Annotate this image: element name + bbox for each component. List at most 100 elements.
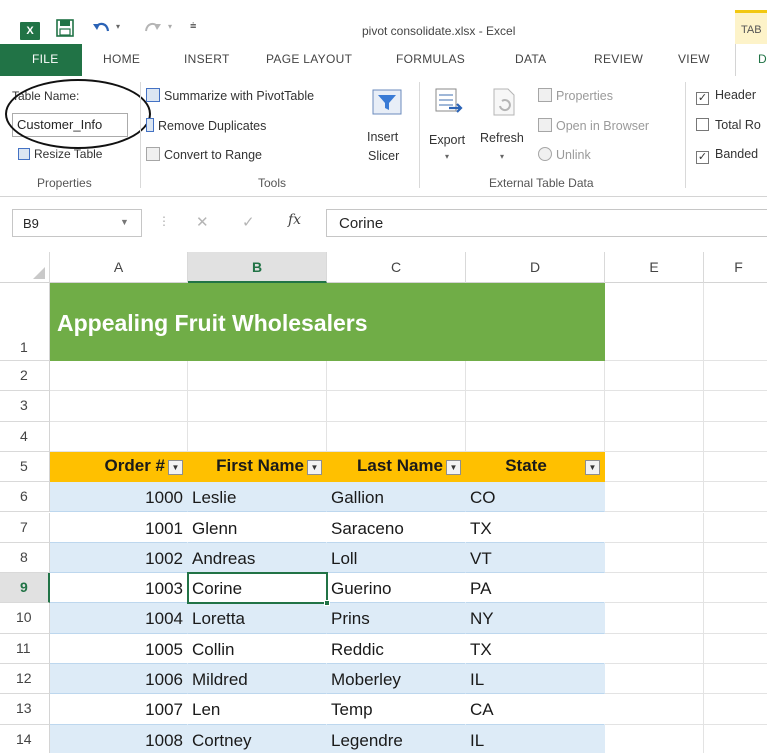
enter-icon[interactable]: ✓: [242, 213, 255, 231]
grid-cell[interactable]: [605, 573, 704, 604]
order-number-cell[interactable]: 1008: [50, 724, 188, 753]
sheet-title[interactable]: Appealing Fruit Wholesalers: [50, 283, 605, 361]
state-cell[interactable]: IL: [466, 724, 605, 753]
state-cell[interactable]: VT: [466, 542, 605, 574]
grid-cell[interactable]: [188, 391, 327, 422]
save-icon[interactable]: [56, 19, 74, 42]
summarize-pivottable-button[interactable]: Summarize with PivotTable: [146, 88, 314, 103]
state-cell[interactable]: CA: [466, 694, 605, 725]
grid-cell[interactable]: [50, 361, 188, 392]
banded-rows-checkbox[interactable]: ✓ Banded: [696, 147, 758, 164]
last-name-cell[interactable]: Prins: [327, 603, 466, 634]
tab-file[interactable]: FILE: [0, 44, 82, 76]
last-name-cell[interactable]: Loll: [327, 542, 466, 574]
tab-design[interactable]: D: [735, 44, 767, 78]
cancel-icon[interactable]: ✕: [196, 213, 209, 231]
order-number-cell[interactable]: 1006: [50, 664, 188, 695]
first-name-cell[interactable]: Andreas: [188, 542, 327, 574]
last-name-cell[interactable]: Moberley: [327, 664, 466, 695]
open-in-browser-button[interactable]: Open in Browser: [538, 118, 649, 133]
order-number-cell[interactable]: 1000: [50, 482, 188, 513]
grid-cell[interactable]: [704, 452, 767, 483]
state-cell[interactable]: PA: [466, 573, 605, 604]
row-header-8[interactable]: 8: [0, 542, 50, 574]
grid-cell[interactable]: [327, 361, 466, 392]
redo-icon[interactable]: [142, 19, 162, 42]
first-name-cell[interactable]: Loretta: [188, 603, 327, 634]
grid-cell[interactable]: [605, 283, 704, 361]
row-header-9[interactable]: 9: [0, 573, 50, 604]
grid-cell[interactable]: [188, 421, 327, 452]
row-header-10[interactable]: 10: [0, 603, 50, 634]
grid-cell[interactable]: [704, 482, 767, 513]
tab-formulas[interactable]: FORMULAS: [396, 52, 465, 66]
grid-cell[interactable]: [704, 603, 767, 634]
column-header-f[interactable]: F: [704, 252, 767, 283]
convert-to-range-button[interactable]: Convert to Range: [146, 147, 262, 162]
grid-cell[interactable]: [704, 391, 767, 422]
first-name-cell[interactable]: Cortney: [188, 724, 327, 753]
grid-cell[interactable]: [704, 422, 767, 452]
grid-cell[interactable]: [50, 421, 188, 452]
row-header-13[interactable]: 13: [0, 694, 50, 725]
column-header-b[interactable]: B: [188, 252, 327, 283]
grid-cell[interactable]: [605, 512, 704, 543]
grid-cell[interactable]: [188, 361, 327, 392]
tab-review[interactable]: REVIEW: [594, 52, 643, 66]
grid-cell[interactable]: [605, 542, 704, 574]
state-cell[interactable]: IL: [466, 664, 605, 695]
name-box-dropdown-icon[interactable]: ▼: [120, 217, 129, 227]
grid-cell[interactable]: [704, 634, 767, 664]
row-header-11[interactable]: 11: [0, 633, 50, 664]
grid-cell[interactable]: [605, 361, 704, 392]
row-header-1[interactable]: 1: [0, 283, 50, 361]
first-name-cell[interactable]: Glenn: [188, 512, 327, 543]
state-cell[interactable]: CO: [466, 482, 605, 513]
grid-cell[interactable]: [704, 725, 767, 753]
fill-handle[interactable]: [324, 600, 330, 607]
last-name-cell[interactable]: Guerino: [327, 573, 466, 604]
formula-input[interactable]: Corine: [326, 209, 767, 237]
grid-cell[interactable]: [605, 421, 704, 452]
state-cell[interactable]: TX: [466, 512, 605, 543]
last-name-cell[interactable]: Saraceno: [327, 512, 466, 543]
grid-cell[interactable]: [605, 451, 704, 483]
insert-slicer-button[interactable]: Insert Slicer: [362, 86, 412, 171]
first-name-cell[interactable]: Leslie: [188, 482, 327, 513]
grid-cell[interactable]: [466, 421, 605, 452]
row-header-4[interactable]: 4: [0, 421, 50, 452]
order-number-cell[interactable]: 1003: [50, 573, 188, 604]
grid-cell[interactable]: [466, 391, 605, 422]
row-header-12[interactable]: 12: [0, 664, 50, 695]
undo-icon[interactable]: [92, 19, 112, 42]
resize-table-button[interactable]: Resize Table: [18, 147, 102, 161]
grid-cell[interactable]: [327, 421, 466, 452]
filter-dropdown-icon[interactable]: ▼: [446, 459, 461, 475]
column-header-a[interactable]: A: [50, 252, 188, 283]
insert-function-icon[interactable]: fx: [288, 212, 301, 228]
grid-cell[interactable]: [704, 543, 767, 574]
order-number-cell[interactable]: 1001: [50, 512, 188, 543]
grid-cell[interactable]: [605, 694, 704, 725]
row-header-3[interactable]: 3: [0, 391, 50, 422]
grid-cell[interactable]: [704, 361, 767, 392]
grid-cell[interactable]: [605, 391, 704, 422]
filter-dropdown-icon[interactable]: ▼: [168, 459, 183, 475]
row-header-14[interactable]: 14: [0, 724, 50, 753]
tab-insert[interactable]: INSERT: [184, 52, 230, 66]
first-name-cell[interactable]: Corine: [188, 573, 327, 604]
grid-cell[interactable]: [704, 513, 767, 543]
last-name-cell[interactable]: Reddic: [327, 633, 466, 664]
tab-home[interactable]: HOME: [103, 52, 140, 66]
last-name-cell[interactable]: Legendre: [327, 724, 466, 753]
first-name-cell[interactable]: Len: [188, 694, 327, 725]
first-name-cell[interactable]: Collin: [188, 633, 327, 664]
redo-dropdown-icon[interactable]: ▾: [168, 22, 172, 31]
column-header-e[interactable]: E: [605, 252, 704, 283]
tab-view[interactable]: VIEW: [678, 52, 710, 66]
tab-page-layout[interactable]: PAGE LAYOUT: [266, 52, 352, 66]
formula-bar-grip-icon[interactable]: ⋮: [158, 214, 170, 228]
filter-dropdown-icon[interactable]: ▼: [585, 459, 600, 475]
grid-cell[interactable]: [605, 724, 704, 753]
grid-cell[interactable]: [605, 664, 704, 695]
